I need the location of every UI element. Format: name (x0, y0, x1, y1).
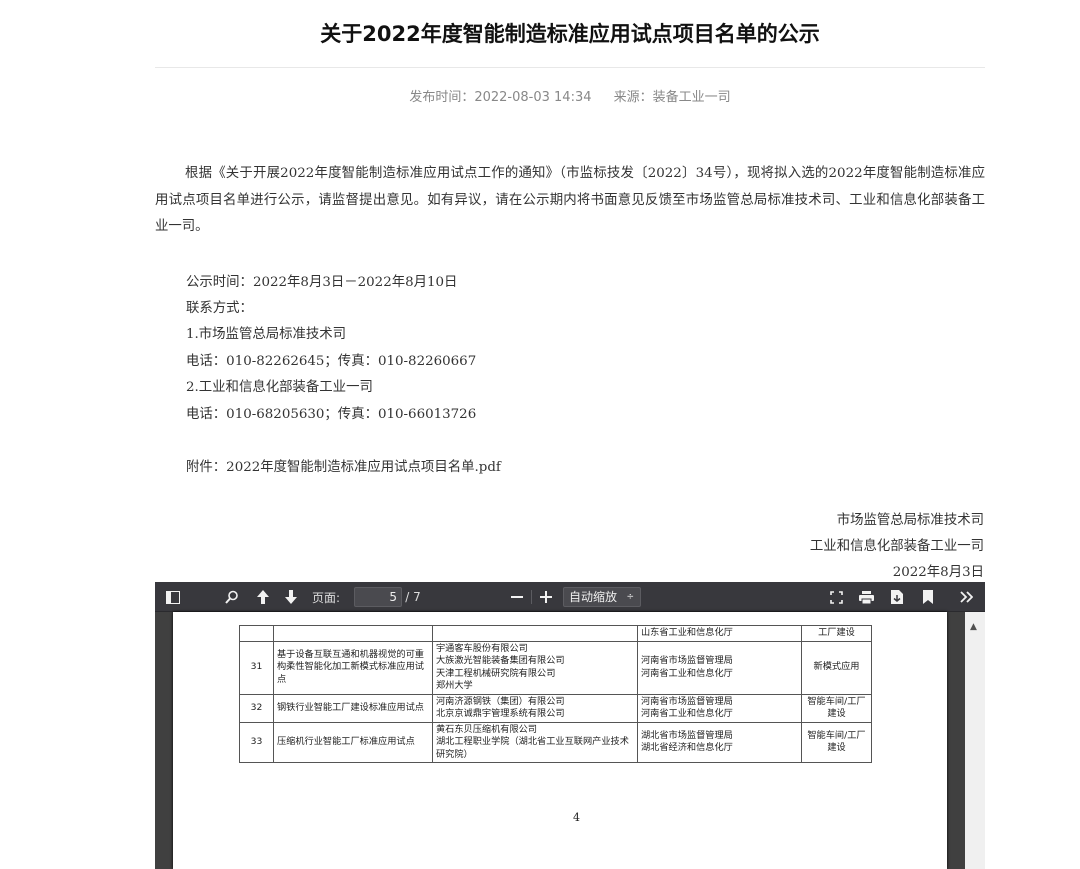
zoom-in-icon[interactable] (536, 586, 556, 608)
title-divider (155, 67, 985, 68)
article-title: 关于2022年度智能制造标准应用试点项目名单的公示 (320, 22, 820, 46)
organization: 湖北工程职业学院（湖北省工业互联网产业技术研究院） (436, 736, 629, 760)
intro-paragraph: 根据《关于开展2022年度智能制造标准应用试点工作的通知》（市监标技发〔2022… (155, 166, 985, 234)
pdf-page: 山东省工业和信息化厅 工厂建设 31 基于设备互联互通和机器视觉的可重构柔性智能… (173, 612, 947, 869)
pdf-page-number: 4 (573, 811, 580, 824)
page-number-input[interactable]: 5 (354, 587, 402, 607)
organizations-cell: 河南济源钢铁（集团）有限公司 北京京诚鼎宇管理系统有限公司 (432, 693, 638, 723)
table-row: 33 压缩机行业智能工厂标准应用试点 黄石东贝压缩机有限公司 湖北工程职业学院（… (239, 721, 872, 763)
authority-cell: 山东省工业和信息化厅 (637, 625, 802, 642)
contact1-phone: 电话：010-82262645；传真：010-82260667 (186, 354, 477, 369)
organizations-cell: 宇通客车股份有限公司 大族激光智能装备集团有限公司 天津工程机械研究院有限公司 … (432, 640, 638, 695)
project-name: 基于设备互联互通和机器视觉的可重构柔性智能化加工新模式标准应用试点 (273, 640, 433, 695)
authority: 河南省工业和信息化厅 (641, 708, 733, 719)
scroll-up-icon[interactable]: ▲ (970, 622, 977, 632)
authority-cell: 河南省市场监督管理局 河南省工业和信息化厅 (637, 640, 802, 695)
row-number: 33 (239, 721, 274, 763)
organization: 大族激光智能装备集团有限公司 (436, 655, 565, 666)
organization: 河南济源钢铁（集团）有限公司 (436, 695, 565, 707)
toolbar-separator (531, 590, 532, 604)
organization: 宇通客车股份有限公司 (436, 642, 528, 654)
category-cell: 智能车间/工厂建设 (801, 693, 872, 723)
table-row: 山东省工业和信息化厅 工厂建设 (239, 625, 872, 642)
zoom-select-arrow-icon: ÷ (626, 592, 634, 602)
download-icon[interactable] (886, 586, 908, 608)
pdf-viewer: 页面: 5 / 7 自动缩放 ÷ 山东省工业和信息化厅 工厂建设 31 基于设备… (155, 582, 985, 869)
authority-cell: 湖北省市场监督管理局 湖北省经济和信息化厅 (637, 721, 802, 763)
row-number: 31 (239, 640, 274, 695)
page-total: / 7 (405, 590, 421, 604)
next-page-icon[interactable] (281, 586, 301, 608)
bookmark-icon[interactable] (918, 586, 938, 608)
category-cell: 工厂建设 (801, 625, 872, 642)
organization: 北京京诚鼎宇管理系统有限公司 (436, 708, 565, 719)
pdf-toolbar: 页面: 5 / 7 自动缩放 ÷ (155, 582, 985, 612)
page-label: 页面: (311, 590, 341, 605)
sign-org-2: 工业和信息化部装备工业一司 (809, 539, 984, 554)
pdf-scrollbar[interactable]: ▲ (965, 612, 985, 869)
previous-page-icon[interactable] (253, 586, 273, 608)
authority: 河南省市场监督管理局 (641, 695, 733, 707)
table-row: 31 基于设备互联互通和机器视觉的可重构柔性智能化加工新模式标准应用试点 宇通客… (239, 640, 872, 695)
project-name: 钢铁行业智能工厂建设标准应用试点 (273, 693, 433, 723)
presentation-mode-icon[interactable] (825, 586, 847, 608)
contact2-phone: 电话：010-68205630；传真：010-66013726 (186, 407, 477, 422)
zoom-select[interactable]: 自动缩放 ÷ (563, 587, 641, 607)
category-cell: 智能车间/工厂建设 (801, 721, 872, 763)
contact2-org: 2.工业和信息化部装备工业一司 (186, 380, 373, 395)
zoom-out-icon[interactable] (507, 586, 527, 608)
article-source: 来源：装备工业一司 (613, 90, 731, 105)
authority: 河南省工业和信息化厅 (641, 667, 733, 679)
category-cell: 新模式应用 (801, 640, 872, 695)
authority-cell: 河南省市场监督管理局 河南省工业和信息化厅 (637, 693, 802, 723)
attachment-link[interactable]: 附件：2022年度智能制造标准应用试点项目名单.pdf (186, 455, 501, 475)
notice-period: 公示时间：2022年8月3日－2022年8月10日 (186, 275, 458, 290)
tools-menu-icon[interactable] (955, 586, 977, 608)
sidebar-toggle-icon[interactable] (161, 586, 185, 608)
authority: 河南省市场监督管理局 (641, 655, 733, 666)
article-meta: 发布时间：2022-08-03 14:34 来源：装备工业一司 (155, 86, 985, 105)
pdf-document-area[interactable]: 山东省工业和信息化厅 工厂建设 31 基于设备互联互通和机器视觉的可重构柔性智能… (155, 612, 965, 869)
contact1-org: 1.市场监管总局标准技术司 (186, 327, 347, 342)
table-row: 32 钢铁行业智能工厂建设标准应用试点 河南济源钢铁（集团）有限公司 北京京诚鼎… (239, 693, 872, 723)
authority: 湖北省经济和信息化厅 (641, 742, 733, 754)
organization: 天津工程机械研究院有限公司 (436, 667, 556, 679)
organizations-cell: 黄石东贝压缩机有限公司 湖北工程职业学院（湖北省工业互联网产业技术研究院） (432, 721, 638, 763)
sign-date: 2022年8月3日 (892, 565, 984, 580)
authority: 湖北省市场监督管理局 (641, 729, 733, 741)
row-number: 32 (239, 693, 274, 723)
organization: 郑州大学 (436, 680, 473, 691)
contact-heading: 联系方式： (186, 301, 253, 316)
print-icon[interactable] (855, 586, 877, 608)
publish-time: 发布时间：2022-08-03 14:34 (409, 90, 592, 105)
organization: 黄石东贝压缩机有限公司 (436, 723, 538, 735)
project-name: 压缩机行业智能工厂标准应用试点 (273, 721, 433, 763)
zoom-value: 自动缩放 (569, 590, 618, 604)
sign-org-1: 市场监管总局标准技术司 (836, 513, 984, 528)
pilot-projects-table: 山东省工业和信息化厅 工厂建设 31 基于设备互联互通和机器视觉的可重构柔性智能… (239, 625, 872, 763)
search-icon[interactable] (221, 586, 243, 608)
